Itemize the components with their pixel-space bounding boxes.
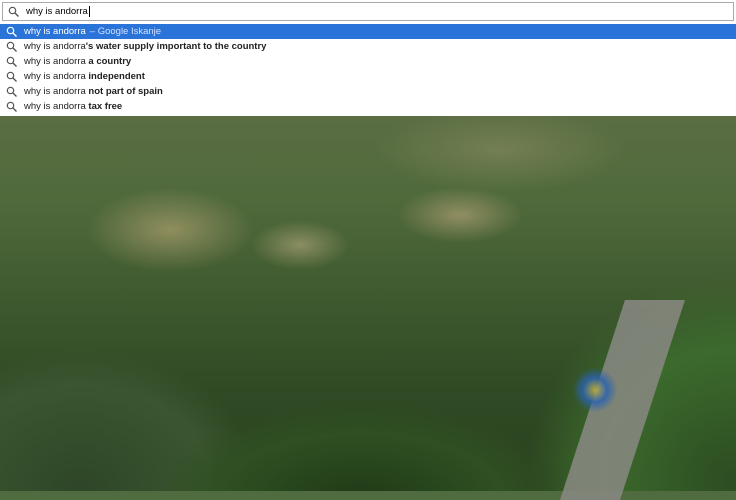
suggestion-rest: tax free: [85, 101, 123, 112]
suggestion-typed: why is andorra: [24, 71, 86, 82]
suggestion-item[interactable]: why is andorra 's water supply important…: [0, 39, 736, 54]
search-icon: [6, 41, 18, 53]
suggestion-rest: independent: [85, 71, 145, 82]
search-icon: [6, 86, 18, 98]
search-icon: [8, 6, 20, 18]
text-caret: [88, 6, 90, 17]
suggestion-item[interactable]: why is andorra – Google Iskanje: [0, 24, 736, 39]
suggestion-typed: why is andorra: [24, 86, 86, 97]
suggestion-note: – Google Iskanje: [89, 26, 162, 37]
search-icon: [6, 101, 18, 113]
suggestion-list: why is andorra – Google Iskanje why is a…: [0, 24, 736, 114]
search-icon: [6, 71, 18, 83]
search-query: why is andorra: [26, 6, 88, 17]
suggestion-typed: why is andorra: [24, 101, 86, 112]
suggestion-item[interactable]: why is andorra not part of spain: [0, 84, 736, 99]
suggestion-typed: why is andorra: [24, 26, 86, 37]
suggestion-item[interactable]: why is andorra a country: [0, 54, 736, 69]
suggestion-item[interactable]: why is andorra independent: [0, 69, 736, 84]
search-input[interactable]: why is andorra: [2, 2, 734, 21]
suggestion-typed: why is andorra: [24, 41, 86, 52]
search-icon: [6, 26, 18, 38]
suggestion-rest: not part of spain: [85, 86, 163, 97]
suggestion-typed: why is andorra: [24, 56, 86, 67]
foreground-trees: [150, 360, 570, 491]
search-panel: why is andorra why is andorra – Google I…: [0, 0, 736, 116]
suggestion-rest: a country: [85, 56, 132, 67]
cyclist-peloton: [565, 360, 625, 420]
suggestion-rest: 's water supply important to the country: [85, 41, 267, 52]
search-icon: [6, 56, 18, 68]
suggestion-item[interactable]: why is andorra tax free: [0, 99, 736, 114]
